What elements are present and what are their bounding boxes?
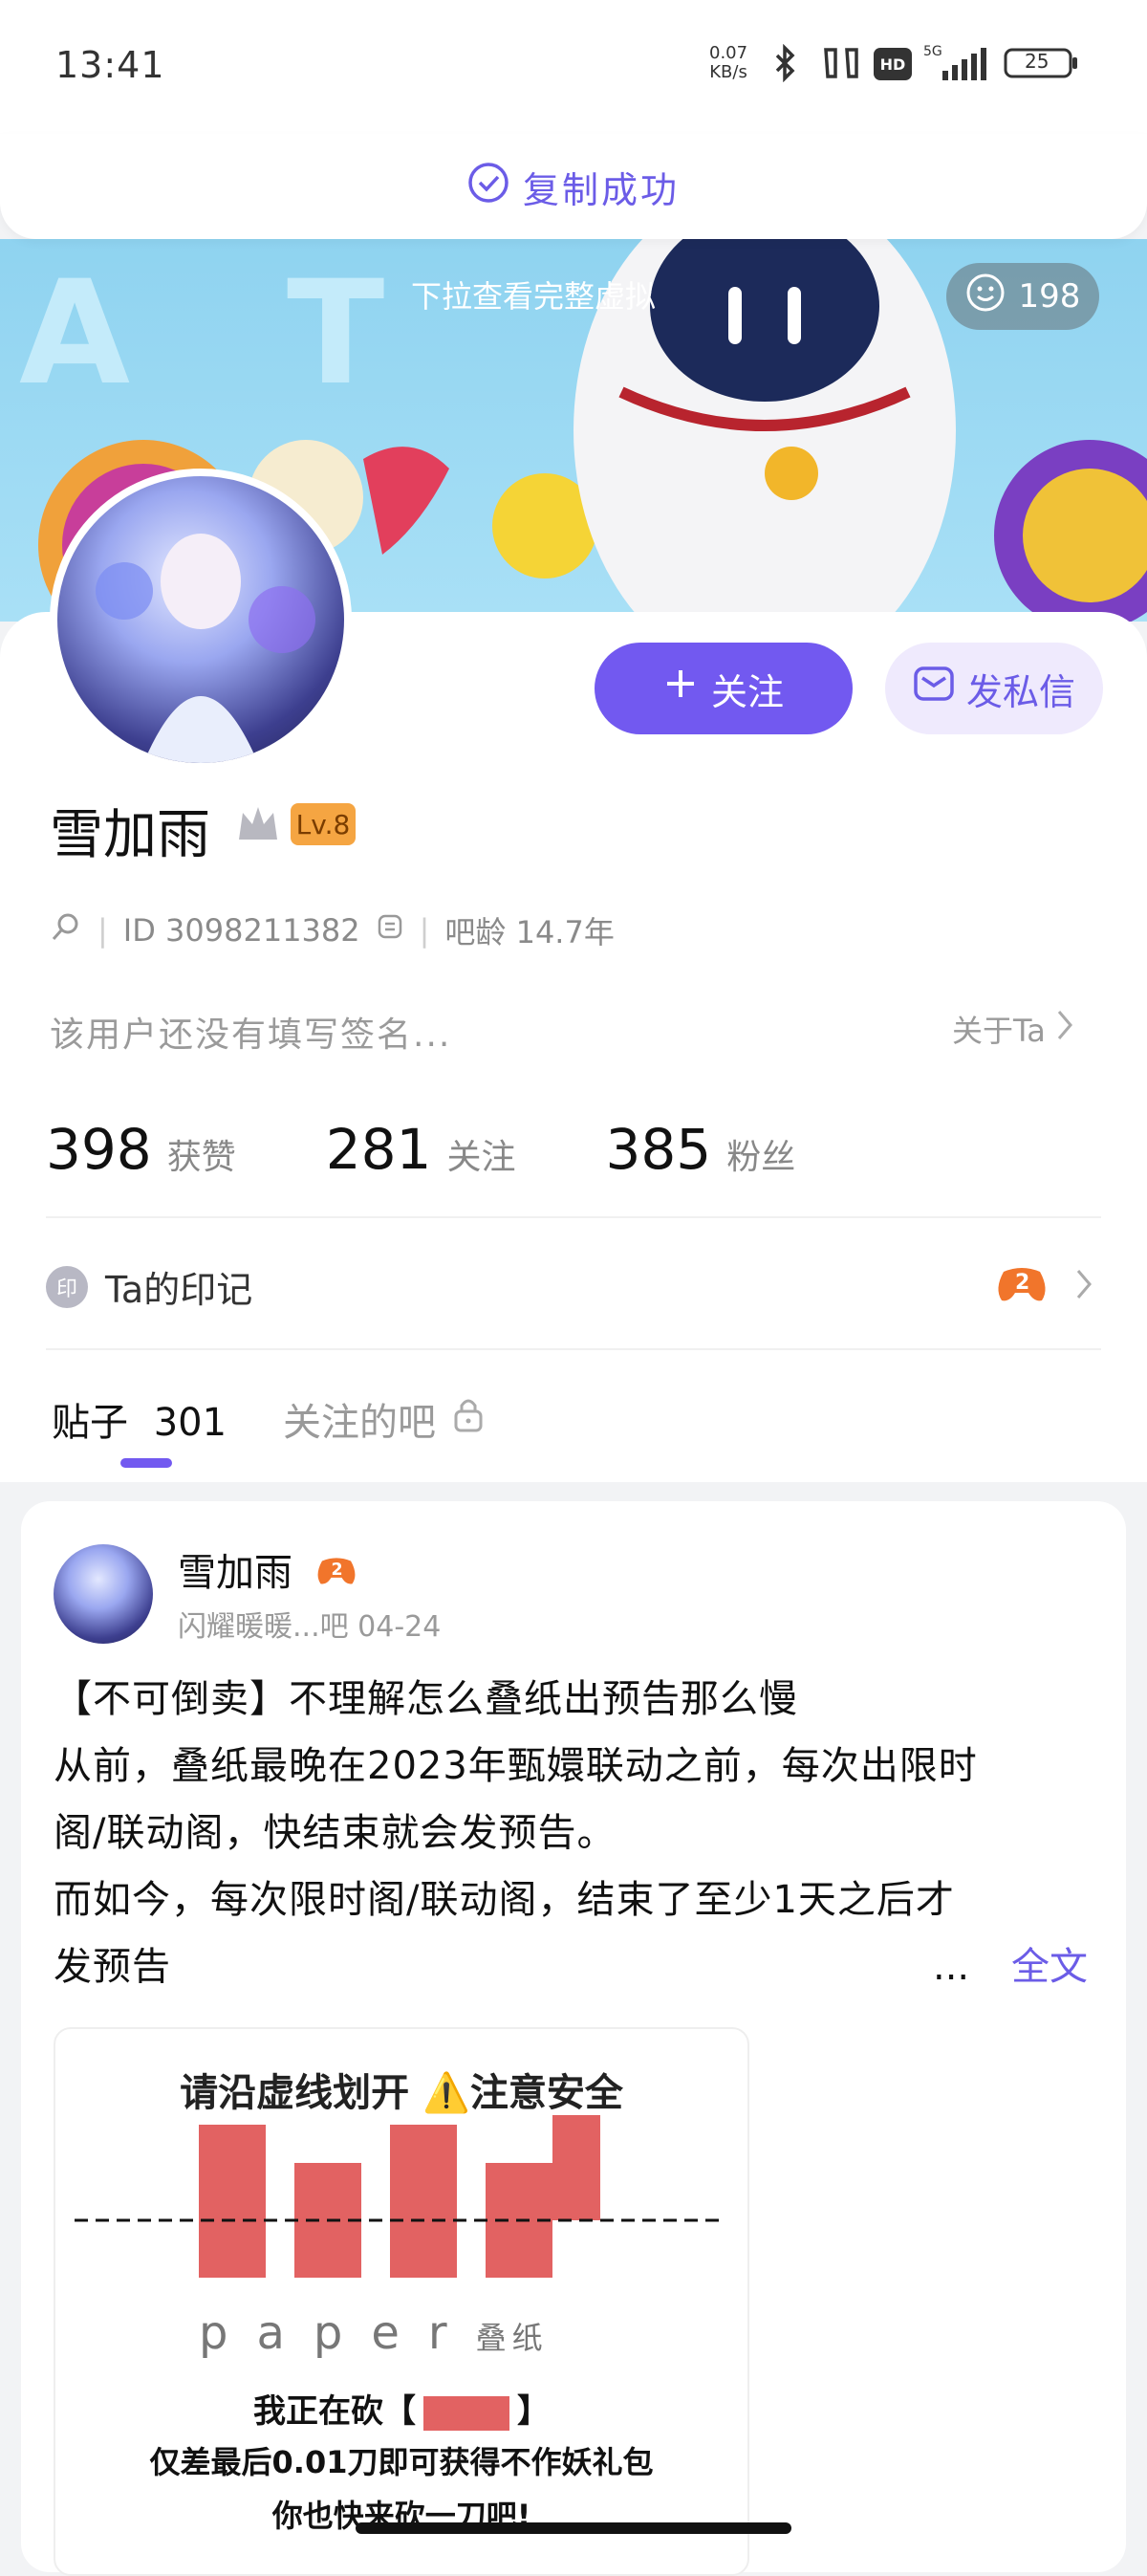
stat-value: 281 [325, 1117, 432, 1182]
user-id[interactable]: ID 3098211382 [123, 912, 360, 949]
username: 雪加雨 [50, 804, 210, 866]
toast-message: 复制成功 [0, 161, 1147, 213]
brand-name: paper [199, 2306, 476, 2360]
signal-icon: 5G [921, 42, 992, 84]
stat-value: 398 [46, 1117, 152, 1182]
post-title: 【不可倒卖】不理解怎么叠纸出预告那么慢 [54, 1677, 798, 1721]
battery-icon: 25 [1004, 42, 1080, 84]
svg-text:T: T [287, 251, 384, 417]
bluetooth-icon [765, 42, 807, 84]
visitor-count: 198 [1018, 277, 1081, 316]
stat-label: 粉丝 [726, 1138, 796, 1177]
account-age: 吧龄 14.7年 [444, 914, 615, 950]
chevron-right-icon[interactable] [1074, 1268, 1093, 1304]
gamepad-badge-icon: 2 [314, 1552, 358, 1598]
stat-value: 385 [605, 1117, 712, 1182]
copy-icon[interactable] [376, 912, 404, 949]
network-speed-unit: KB/s [709, 62, 747, 82]
post-meta[interactable]: 闪耀暖暖...吧 04-24 [178, 1603, 441, 1645]
image-line-text: 我正在砍【 [253, 2392, 416, 2431]
divider [46, 1216, 1101, 1218]
stats-row: 398 获赞 281 关注 385 粉丝 [46, 1117, 795, 1182]
full-text-link[interactable]: 全文 [1011, 1933, 1088, 2000]
divider [46, 1348, 1101, 1350]
toast: 复制成功 [0, 134, 1147, 239]
signal-label: 5G [923, 44, 942, 59]
post-image[interactable]: 请沿虚线划开 ⚠️注意安全 paper叠纸 我正在砍【】 仅差最后0.01刀即可… [54, 2027, 749, 2576]
stat-label: 获赞 [166, 1138, 236, 1177]
about-label: 关于Ta [952, 1013, 1046, 1049]
brand-text: paper叠纸 [199, 2306, 549, 2360]
post-body-line: 阁/联动阁，快结束就会发预告。 [54, 1811, 617, 1855]
image-line-end: 】 [517, 2392, 550, 2431]
home-indicator[interactable] [356, 2522, 791, 2534]
avatar[interactable] [50, 469, 352, 771]
image-line: 我正在砍【 】 [55, 2385, 747, 2432]
divider: | [419, 912, 430, 949]
send-message-label: 发私信 [965, 672, 1075, 713]
earbuds-icon [818, 42, 864, 84]
post-body-line: 从前，叠纸最晚在2023年甄嬛联动之前，每次出限时 [54, 1744, 978, 1788]
tab-posts[interactable]: 贴子 301 [52, 1391, 227, 1447]
follow-button[interactable]: 关注 [595, 643, 853, 734]
smile-icon [965, 273, 1006, 321]
tab-active-indicator [120, 1458, 172, 1468]
toast-text: 复制成功 [522, 169, 680, 211]
marks-row[interactable]: 印 Ta的印记 [46, 1260, 252, 1313]
banner-pull-hint: 下拉查看完整虚拟 [411, 278, 657, 315]
post-author-name: 雪加雨 [178, 1551, 292, 1595]
tab-posts-count: 301 [153, 1401, 227, 1445]
stat-following[interactable]: 281 关注 [326, 1117, 516, 1182]
post-author-avatar[interactable] [54, 1544, 153, 1644]
image-line: 仅差最后0.01刀即可获得不作妖礼包 [149, 2444, 654, 2480]
about-link[interactable]: 关于Ta [952, 1007, 1074, 1051]
brand-sub: 叠纸 [475, 2320, 549, 2356]
level-badge: Lv.8 [291, 803, 356, 845]
post-body-line: 而如今，每次限时阁/联动阁，结束了至少1天之后才 [54, 1878, 955, 1922]
paper-logo [75, 2115, 725, 2278]
svg-text:2: 2 [331, 1561, 342, 1580]
stat-followers[interactable]: 385 粉丝 [605, 1117, 795, 1182]
profile-info-row: | ID 3098211382 | 吧龄 14.7年 [50, 908, 615, 952]
svg-text:2: 2 [1015, 1271, 1029, 1295]
tab-followed-bars-label: 关注的吧 [283, 1401, 436, 1445]
network-speed: 0.07 KB/s [709, 44, 747, 82]
avatar-image [96, 534, 315, 763]
stat-label: 关注 [446, 1138, 516, 1177]
send-message-button[interactable]: 发私信 [885, 643, 1103, 734]
visitor-count-pill[interactable]: 198 [946, 263, 1099, 330]
battery-level: 25 [1025, 50, 1050, 73]
lock-icon [453, 1396, 484, 1442]
post-ellipsis: ... [933, 1945, 970, 1989]
brand-logo-mini [423, 2395, 509, 2431]
network-speed-value: 0.07 [709, 43, 748, 63]
post-author[interactable]: 雪加雨 2 [178, 1541, 358, 1598]
follow-label: 关注 [710, 672, 784, 713]
tab-posts-label: 贴子 [52, 1401, 128, 1445]
mail-icon [913, 665, 955, 712]
stamp-icon: 印 [46, 1265, 88, 1308]
tab-followed-bars[interactable]: 关注的吧 [283, 1391, 484, 1447]
search-icon [50, 910, 82, 950]
plus-icon [663, 666, 698, 710]
signature: 该用户还没有填写签名... [50, 1015, 452, 1055]
gamepad-badge-icon: 2 [994, 1260, 1050, 1310]
chevron-right-icon [1055, 1009, 1074, 1049]
svg-text:A: A [19, 251, 130, 417]
stat-likes[interactable]: 398 获赞 [46, 1117, 236, 1182]
divider: | [97, 912, 108, 949]
marks-label: Ta的印记 [105, 1269, 253, 1311]
check-circle-icon [467, 162, 509, 212]
crown-badge-icon [235, 803, 281, 849]
hd-icon: HD [874, 48, 912, 80]
status-time: 13:41 [55, 44, 165, 86]
